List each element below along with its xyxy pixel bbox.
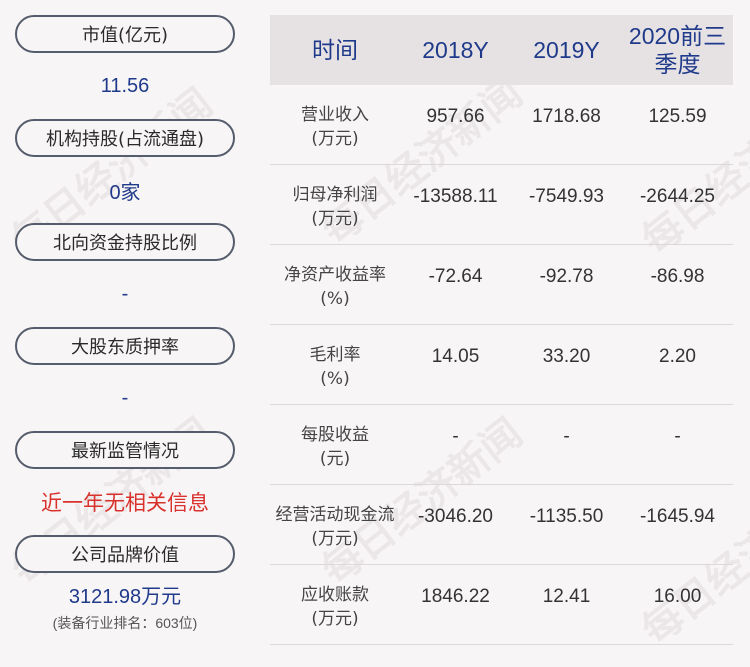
cell-2018: 1846.22: [421, 586, 490, 607]
pledge-rate-value: -: [121, 386, 129, 409]
left-panel: 市值(亿元) 11.56 机构持股(占流通盘) 0家 北向资金持股比例 - 大股…: [15, 15, 235, 639]
cell-2019: -7549.93: [528, 186, 604, 207]
cell-2018: -: [452, 426, 459, 447]
cell-2019: -92.78: [539, 266, 594, 287]
northbound-ratio-label: 北向资金持股比例: [15, 223, 235, 261]
row-label: 毛利率 (%): [309, 345, 361, 389]
row-label: 应收账款 (万元): [301, 585, 369, 629]
cell-2020: -2644.25: [639, 186, 715, 207]
institution-holding-value: 0家: [109, 181, 141, 204]
table-row: 应收账款 (万元) 1846.22 12.41 16.00: [270, 565, 733, 645]
header-2019: 2019Y: [533, 37, 600, 63]
row-label: 营业收入 (万元): [301, 105, 369, 149]
row-label: 每股收益 (元): [301, 425, 369, 469]
pledge-rate-label: 大股东质押率: [15, 327, 235, 365]
table-row: 每股收益 (元) - - -: [270, 405, 733, 485]
cell-2018: 957.66: [426, 106, 485, 127]
cell-2018: -13588.11: [413, 186, 498, 207]
institution-holding-label: 机构持股(占流通盘): [15, 119, 235, 157]
table-header: 时间 2018Y 2019Y 2020前三季度: [270, 15, 733, 85]
cell-2018: -3046.20: [417, 506, 493, 527]
regulation-label: 最新监管情况: [15, 431, 235, 469]
cell-2020: 125.59: [648, 106, 707, 127]
table-row: 经营活动现金流 (万元) -3046.20 -1135.50 -1645.94: [270, 485, 733, 565]
cell-2019: 33.20: [542, 346, 591, 367]
table-row: 营业收入 (万元) 957.66 1718.68 125.59: [270, 85, 733, 165]
cell-2019: -: [563, 426, 570, 447]
row-label: 归母净利润 (万元): [292, 185, 378, 229]
cell-2019: 12.41: [542, 586, 591, 607]
cell-2020: -1645.94: [639, 506, 715, 527]
cell-2020: 16.00: [653, 586, 702, 607]
table-row: 净资产收益率 (%) -72.64 -92.78 -86.98: [270, 245, 733, 325]
financial-table: 时间 2018Y 2019Y 2020前三季度 营业收入 (万元) 957.66 …: [270, 15, 733, 645]
cell-2018: 14.05: [431, 346, 480, 367]
regulation-value: 近一年无相关信息: [41, 492, 209, 515]
row-label: 净资产收益率 (%): [284, 265, 386, 309]
brand-rank: (装备行业排名：603位): [52, 614, 198, 631]
cell-2020: 2.20: [659, 346, 696, 367]
northbound-ratio-value: -: [121, 282, 129, 305]
table-row: 毛利率 (%) 14.05 33.20 2.20: [270, 325, 733, 405]
cell-2019: -1135.50: [529, 506, 604, 527]
row-label: 经营活动现金流 (万元): [275, 505, 395, 549]
header-2018: 2018Y: [422, 37, 489, 63]
cell-2018: -72.64: [428, 266, 483, 287]
cell-2020: -: [674, 426, 681, 447]
header-time: 时间: [312, 37, 358, 63]
header-2020: 2020前三季度: [628, 23, 727, 77]
market-cap-value: 11.56: [100, 74, 150, 97]
brand-value-amount: 3121.98万元: [68, 585, 182, 608]
cell-2019: 1718.68: [532, 106, 601, 127]
cell-2020: -86.98: [650, 266, 705, 287]
market-cap-label: 市值(亿元): [15, 15, 235, 53]
brand-value-label: 公司品牌价值: [15, 535, 235, 573]
brand-value: 3121.98万元 (装备行业排名：603位): [15, 573, 235, 639]
table-row: 归母净利润 (万元) -13588.11 -7549.93 -2644.25: [270, 165, 733, 245]
